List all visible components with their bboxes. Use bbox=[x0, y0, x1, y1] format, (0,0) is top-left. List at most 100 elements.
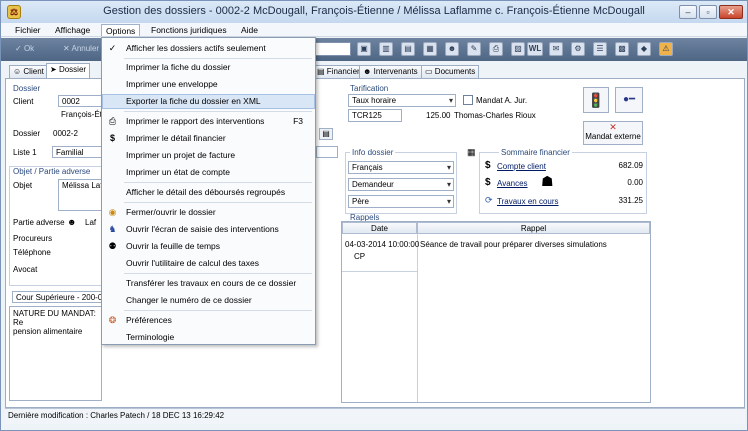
rappels-col-divider bbox=[417, 234, 418, 402]
menu-affichage[interactable]: Affichage bbox=[51, 24, 94, 36]
tarification-person: Thomas-Charles Rioux bbox=[454, 111, 536, 120]
rappel-date[interactable]: 04-03-2014 10:00:00 bbox=[345, 240, 419, 249]
menu-item-label: Imprimer le rapport des interventions bbox=[126, 116, 265, 126]
menu-aide[interactable]: Aide bbox=[237, 24, 262, 36]
sommaire-group-title: Sommaire financier bbox=[499, 148, 572, 157]
menu-item-transferer-travaux[interactable]: Transférer les travaux en cours de ce do… bbox=[102, 276, 315, 291]
menu-separator bbox=[124, 182, 312, 183]
cancel-toolbar-button[interactable]: ✕ Annuler bbox=[63, 44, 99, 53]
maximize-button[interactable]: ▫ bbox=[699, 5, 717, 19]
tab-dossier[interactable]: ➤ Dossier bbox=[46, 63, 91, 79]
user-icon: ☺ bbox=[13, 67, 22, 76]
liste-field[interactable]: Familial bbox=[52, 146, 102, 158]
menu-item-preferences[interactable]: ❂ Préférences bbox=[102, 313, 315, 328]
tarification-mode-select[interactable]: Taux horaire bbox=[348, 94, 456, 107]
tab-intervenants[interactable]: ☻ Intervenants bbox=[359, 65, 422, 79]
menu-item-rapport-interventions[interactable]: ⎙ Imprimer le rapport des interventions F3 bbox=[102, 114, 315, 129]
menu-item-changer-numero[interactable]: Changer le numéro de ce dossier bbox=[102, 293, 315, 308]
dossier-number: 0002-2 bbox=[53, 129, 78, 138]
travaux-en-cours-value: 331.25 bbox=[618, 196, 643, 205]
menu-item-saisie-interventions[interactable]: ♞ Ouvrir l'écran de saisie des interventi… bbox=[102, 222, 315, 237]
notes-icon[interactable]: ✎ bbox=[467, 42, 481, 56]
menu-options[interactable]: Options bbox=[101, 24, 141, 36]
calculator-icon[interactable]: ▦ bbox=[467, 147, 476, 158]
alert-icon[interactable]: ⚠ bbox=[659, 42, 673, 56]
menu-fichier[interactable]: Fichier bbox=[11, 24, 45, 36]
menu-item-afficher-actifs[interactable]: ✓ Afficher les dossiers actifs seulement bbox=[102, 41, 315, 56]
person-icon[interactable]: ☻ bbox=[67, 217, 76, 227]
tag-icon[interactable]: ◆ bbox=[637, 42, 651, 56]
tab-financier[interactable]: ▤ Financier bbox=[313, 65, 364, 79]
menu-item-imprimer-fiche[interactable]: Imprimer la fiche du dossier bbox=[102, 60, 315, 75]
menu-item-projet-facture[interactable]: Imprimer un projet de facture bbox=[102, 148, 315, 163]
rappel-text[interactable]: Séance de travail pour préparer diverses… bbox=[420, 240, 607, 249]
print-icon[interactable]: ⎙ bbox=[489, 42, 503, 56]
mail-icon[interactable]: ✉ bbox=[549, 42, 563, 56]
menu-item-feuille-temps[interactable]: ⚉ Ouvrir la feuille de temps bbox=[102, 239, 315, 254]
menu-item-imprimer-enveloppe[interactable]: Imprimer une enveloppe bbox=[102, 77, 315, 92]
menu-item-etat-compte[interactable]: Imprimer un état de compte bbox=[102, 165, 315, 180]
court-field[interactable]: Cour Supérieure - 200-0 bbox=[12, 291, 102, 303]
menu-item-label: Afficher le détail des déboursés regroup… bbox=[126, 187, 286, 197]
menu-item-label: Imprimer un projet de facture bbox=[126, 150, 236, 160]
client-name: François-Éti bbox=[61, 110, 104, 119]
menu-item-label: Imprimer un état de compte bbox=[126, 167, 230, 177]
menu-item-label: Changer le numéro de ce dossier bbox=[126, 295, 252, 305]
tarification-code-field[interactable]: TCR125 bbox=[348, 109, 402, 122]
close-icon: ✕ bbox=[727, 7, 735, 17]
mandat-checkbox[interactable] bbox=[463, 95, 473, 105]
liste-field-tail[interactable] bbox=[316, 146, 338, 158]
menu-item-terminologie[interactable]: Terminologie bbox=[102, 330, 315, 345]
clipboard-icon[interactable]: ▦ bbox=[423, 42, 437, 56]
menu-item-fermer-ouvrir[interactable]: ◉ Fermer/ouvrir le dossier bbox=[102, 205, 315, 220]
calculator-icon[interactable]: ▩ bbox=[615, 42, 629, 56]
menu-item-label: Exporter la fiche du dossier en XML bbox=[126, 96, 261, 106]
mandat-notes[interactable]: NATURE DU MANDAT: Re pension alimentaire bbox=[9, 306, 102, 401]
client-field[interactable]: 0002 bbox=[58, 95, 102, 107]
rappel-initials: CP bbox=[354, 252, 366, 261]
tab-documents[interactable]: ▭ Documents bbox=[421, 65, 480, 79]
avances-link[interactable]: Avances bbox=[497, 179, 528, 188]
langue-select[interactable]: Français bbox=[348, 161, 454, 174]
close-button[interactable]: ✕ bbox=[719, 5, 743, 19]
link-icon[interactable]: ●━ bbox=[615, 87, 643, 113]
role-select[interactable]: Demandeur bbox=[348, 178, 454, 191]
menu-item-calcul-taxes[interactable]: Ouvrir l'utilitaire de calcul des taxes bbox=[102, 256, 315, 271]
details-card-icon[interactable]: ▤ bbox=[319, 128, 333, 140]
objet-label: Objet bbox=[13, 181, 33, 190]
dollar-icon: $ bbox=[485, 160, 491, 171]
menu-item-exporter-xml[interactable]: Exporter la fiche du dossier en XML bbox=[102, 94, 315, 109]
options-menu: ✓ Afficher les dossiers actifs seulement … bbox=[101, 37, 316, 345]
travaux-en-cours-link[interactable]: Travaux en cours bbox=[497, 197, 559, 206]
parent-select[interactable]: Père bbox=[348, 195, 454, 208]
menu-separator bbox=[124, 111, 312, 112]
tools-icon[interactable]: ⚙ bbox=[571, 42, 585, 56]
people-icon: ☻ bbox=[363, 67, 372, 76]
menu-item-detail-financier[interactable]: $ Imprimer le détail financier bbox=[102, 131, 315, 146]
people-icon[interactable]: ☻ bbox=[445, 42, 459, 56]
menu-item-label: Ouvrir l'écran de saisie des interventio… bbox=[126, 224, 279, 234]
archive-icon[interactable]: ▥ bbox=[379, 42, 393, 56]
compte-client-link[interactable]: Compte client bbox=[497, 162, 546, 171]
folder-lock-icon: ◉ bbox=[108, 207, 117, 217]
minimize-button[interactable]: – bbox=[679, 5, 697, 19]
rappels-col-rappel[interactable]: Rappel bbox=[417, 222, 650, 234]
ok-label: Ok bbox=[23, 44, 35, 53]
rappels-row-divider bbox=[342, 271, 417, 272]
objet-field[interactable]: Mélissa Lafla bbox=[58, 179, 102, 211]
save-icon[interactable]: ▣ bbox=[357, 42, 371, 56]
document-icon[interactable]: ▤ bbox=[401, 42, 415, 56]
printer-icon: ⎙ bbox=[108, 116, 117, 126]
list-icon[interactable]: ☰ bbox=[593, 42, 607, 56]
westlaw-button[interactable]: WL bbox=[527, 42, 543, 56]
tab-client[interactable]: ☺ Client bbox=[9, 65, 48, 79]
mandat-externe-button[interactable]: ✕ Mandat externe bbox=[583, 121, 643, 145]
money-icon: ▤ bbox=[317, 67, 325, 76]
dossier-label: Dossier bbox=[13, 129, 41, 138]
menu-item-debourses[interactable]: Afficher le détail des déboursés regroup… bbox=[102, 185, 315, 200]
rappels-col-date[interactable]: Date bbox=[342, 222, 417, 234]
traffic-light-icon[interactable]: 🚦 bbox=[583, 87, 609, 113]
calendar-icon[interactable]: ▨ bbox=[511, 42, 525, 56]
ok-toolbar-button[interactable]: ✓ Ok bbox=[15, 44, 34, 53]
menu-fonctions-juridiques[interactable]: Fonctions juridiques bbox=[147, 24, 231, 36]
